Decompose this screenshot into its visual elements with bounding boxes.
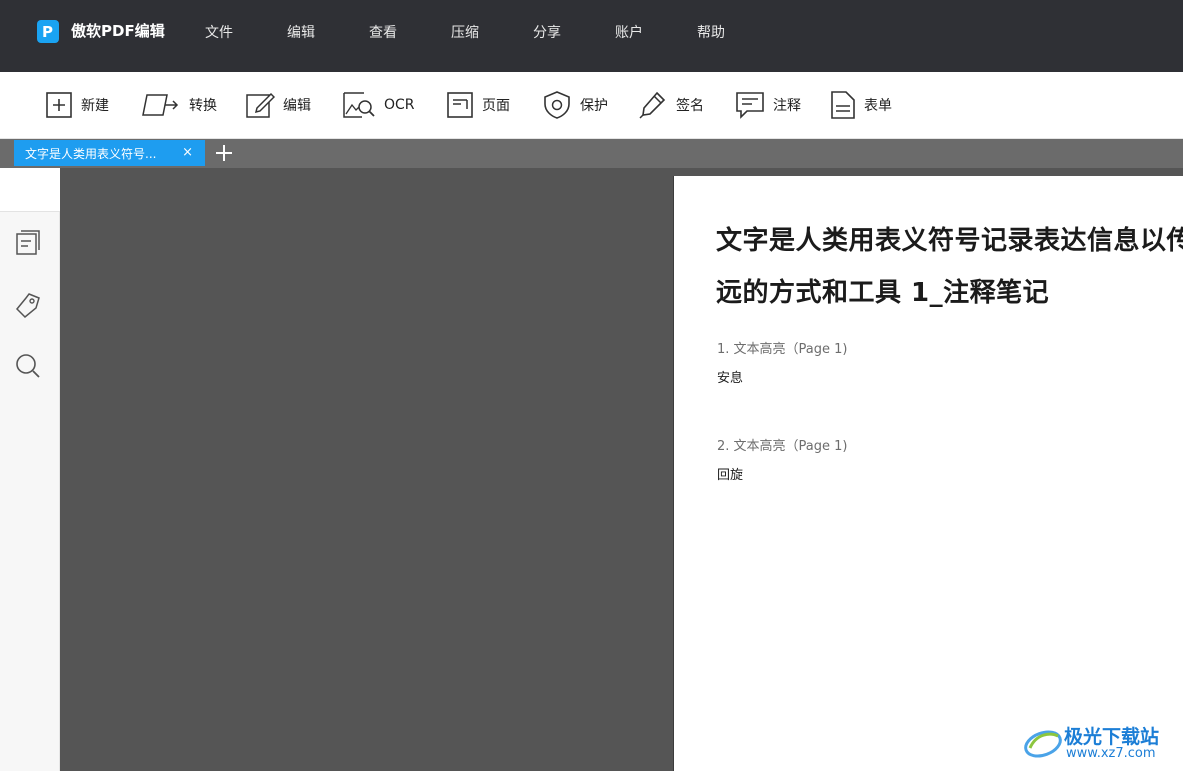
watermark-url: www.xz7.com bbox=[1066, 746, 1156, 761]
annotation-heading: 2. 文本高亮（Page 1) bbox=[717, 439, 848, 454]
edit-button[interactable]: 编辑 bbox=[245, 89, 311, 121]
menu-share[interactable]: 分享 bbox=[533, 22, 561, 42]
app-name: 傲软PDF编辑 bbox=[71, 22, 165, 40]
edit-button-label: 编辑 bbox=[283, 98, 311, 114]
form-button[interactable]: 表单 bbox=[830, 89, 892, 121]
convert-icon bbox=[142, 94, 179, 116]
document-title-line1: 文字是人类用表义符号记录表达信息以传之久 bbox=[716, 226, 1183, 256]
menu-account[interactable]: 账户 bbox=[615, 22, 643, 42]
main-toolbar: 新建 转换 编辑 OCR 页面 保护 签名 注释 表单 bbox=[0, 72, 1183, 139]
ocr-image-search-icon bbox=[343, 92, 375, 118]
new-button[interactable]: 新建 bbox=[45, 89, 109, 121]
document-tab-title: 文字是人类用表义符号... bbox=[25, 147, 157, 161]
sign-button[interactable]: 签名 bbox=[638, 89, 704, 121]
protect-button-label: 保护 bbox=[580, 98, 608, 114]
tag-bookmark-icon[interactable] bbox=[15, 292, 41, 318]
ocr-button[interactable]: OCR bbox=[342, 89, 415, 121]
form-button-label: 表单 bbox=[864, 98, 892, 114]
menu-edit[interactable]: 编辑 bbox=[287, 22, 315, 42]
pen-sign-icon bbox=[639, 91, 666, 119]
watermark-logo-icon bbox=[1024, 730, 1062, 758]
sidebar-header bbox=[0, 168, 60, 212]
title-bar: P 傲软PDF编辑 文件 编辑 查看 压缩 分享 账户 帮助 bbox=[0, 0, 1183, 72]
annotation-heading: 1. 文本高亮（Page 1) bbox=[717, 342, 848, 357]
pdf-page: 文字是人类用表义符号记录表达信息以传之久 远的方式和工具 1_注释笔记 1. 文… bbox=[673, 176, 1183, 771]
site-watermark: 极光下载站 www.xz7.com bbox=[1022, 722, 1180, 764]
protect-button[interactable]: 保护 bbox=[542, 89, 608, 121]
annotation-text: 回旋 bbox=[717, 468, 744, 483]
annotate-button-label: 注释 bbox=[773, 98, 801, 114]
menu-help[interactable]: 帮助 bbox=[697, 22, 725, 42]
annotation-text: 安息 bbox=[717, 371, 744, 386]
page-button-label: 页面 bbox=[482, 98, 510, 114]
thumbnails-icon[interactable] bbox=[15, 230, 41, 256]
new-button-label: 新建 bbox=[81, 98, 109, 114]
document-title-line2: 远的方式和工具 1_注释笔记 bbox=[716, 278, 1050, 308]
comment-icon bbox=[736, 92, 764, 119]
page-icon bbox=[447, 92, 473, 118]
convert-button[interactable]: 转换 bbox=[141, 89, 217, 121]
menu-view[interactable]: 查看 bbox=[369, 22, 397, 42]
convert-button-label: 转换 bbox=[189, 98, 217, 114]
add-tab-icon[interactable] bbox=[213, 142, 235, 164]
search-icon[interactable] bbox=[15, 353, 41, 379]
form-document-icon bbox=[831, 91, 855, 119]
plus-square-icon bbox=[46, 92, 72, 118]
pencil-edit-icon bbox=[246, 92, 275, 118]
ocr-button-label: OCR bbox=[384, 97, 415, 113]
app-logo-icon: P bbox=[37, 20, 59, 43]
menu-file[interactable]: 文件 bbox=[205, 22, 233, 42]
watermark-name: 极光下载站 bbox=[1064, 726, 1160, 748]
page-button[interactable]: 页面 bbox=[446, 89, 510, 121]
left-sidebar bbox=[0, 168, 60, 771]
tab-strip: 文字是人类用表义符号... × bbox=[0, 139, 1183, 168]
shield-icon bbox=[544, 91, 570, 119]
document-tab[interactable]: 文字是人类用表义符号... × bbox=[14, 140, 205, 166]
tab-close-icon[interactable]: × bbox=[182, 145, 193, 160]
menu-compress[interactable]: 压缩 bbox=[451, 22, 479, 42]
sign-button-label: 签名 bbox=[676, 98, 704, 114]
annotate-button[interactable]: 注释 bbox=[735, 89, 801, 121]
